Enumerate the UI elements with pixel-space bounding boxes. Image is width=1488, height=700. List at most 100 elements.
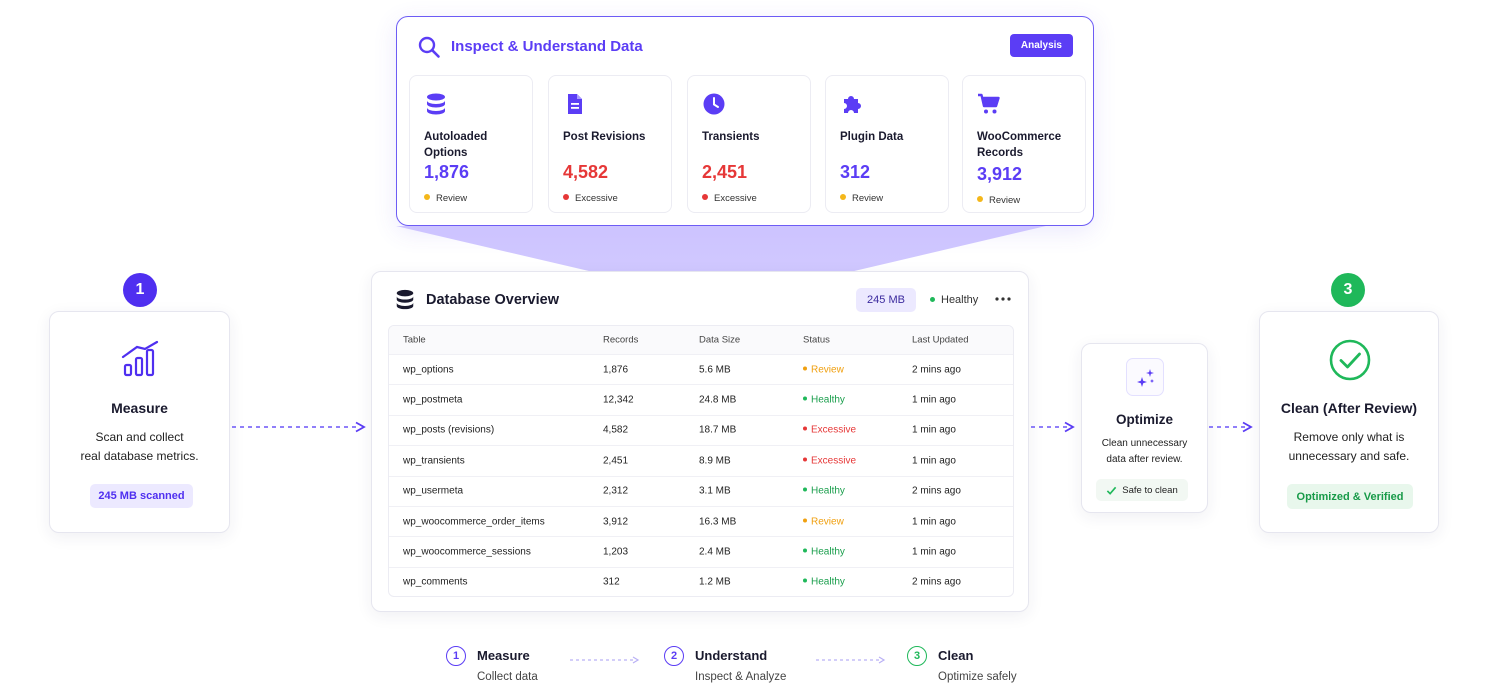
- status-dot: [977, 196, 983, 202]
- updated-cell: 1 min ago: [912, 394, 956, 406]
- table-header-row: Table Records Data Size Status Last Upda…: [389, 326, 1013, 354]
- table-row[interactable]: wp_woocommerce_order_items 3,912 16.3 MB Re…: [389, 505, 1013, 536]
- status-dot: [803, 457, 807, 462]
- metric-value: 3,912: [977, 164, 1023, 184]
- table-row[interactable]: wp_transients 2,451 8.9 MB Excessive 1 min a…: [389, 445, 1013, 475]
- search-icon: [418, 36, 440, 58]
- size-cell: 1.2 MB: [699, 576, 731, 588]
- records-cell: 12,342: [603, 394, 634, 406]
- measure-description: Scan and collect real database metrics.: [80, 430, 199, 463]
- records-cell: 312: [603, 576, 620, 588]
- clean-card: Clean (After Review) Remove only what is…: [1259, 311, 1439, 533]
- status-text: Review: [811, 516, 844, 528]
- database-title: Database Overview: [426, 292, 559, 308]
- status-dot: [702, 194, 708, 200]
- status-cell: Healthy: [803, 395, 845, 406]
- step-3-badge: 3: [1331, 273, 1365, 307]
- status-dot: [803, 518, 807, 523]
- records-cell: 1,876: [603, 364, 629, 376]
- size-cell: 8.9 MB: [699, 455, 731, 467]
- table-row[interactable]: wp_postmeta 12,342 24.8 MB Healthy 1 min ago: [389, 384, 1013, 414]
- cart-icon: [978, 93, 1000, 114]
- table-row[interactable]: wp_posts (revisions) 4,582 18.7 MB Excessiv…: [389, 414, 1013, 445]
- metric-value: 312: [840, 162, 871, 182]
- metric-value: 2,451: [702, 162, 748, 182]
- table-cell: wp_woocommerce_sessions: [403, 546, 531, 558]
- status-cell: Review: [803, 364, 844, 375]
- step-subtitle: Optimize safely: [938, 671, 1017, 683]
- step-title: Clean: [938, 648, 974, 663]
- table-row[interactable]: wp_comments 312 1.2 MB Healthy 2 mins ago: [389, 566, 1013, 596]
- status-cell: Healthy: [803, 486, 845, 497]
- size-cell: 18.7 MB: [699, 424, 737, 436]
- status-text: Review: [811, 364, 844, 376]
- metric-card-autoloaded-options[interactable]: Autoloaded Options 1,876 Review: [409, 75, 533, 213]
- bar-chart-icon: [121, 340, 159, 377]
- metric-value: 4,582: [563, 162, 609, 182]
- status-cell: Healthy: [803, 577, 845, 588]
- metric-status: Excessive: [563, 193, 618, 204]
- table-cell: wp_options: [403, 364, 454, 376]
- table-cell: wp_usermeta: [403, 485, 464, 497]
- metric-card-woocommerce-records[interactable]: WooCommerce Records 3,912 Review: [962, 75, 1086, 213]
- step-subtitle: Collect data: [477, 671, 538, 683]
- safe-to-clean-pill: Safe to clean: [1096, 479, 1188, 501]
- measure-card: Measure Scan and collect real database m…: [49, 311, 230, 533]
- step-subtitle: Inspect & Analyze: [695, 671, 787, 683]
- status-text: Excessive: [811, 455, 857, 467]
- sparkle-icon-box: [1126, 358, 1164, 396]
- check-circle-icon: [1329, 339, 1371, 381]
- bottom-arrow-2: [816, 656, 886, 664]
- optimize-description: Clean unnecessary data after review.: [1101, 438, 1188, 465]
- health-status: Healthy: [930, 294, 978, 306]
- inspect-title: Inspect & Understand Data: [451, 38, 643, 55]
- metric-card-plugin-data[interactable]: Plugin Data 312 Review: [825, 75, 949, 213]
- records-cell: 3,912: [603, 516, 629, 528]
- optimize-card: Optimize Clean unnecessary data after re…: [1081, 343, 1208, 513]
- database-icon: [396, 289, 414, 310]
- sparkle-icon: [1137, 369, 1154, 387]
- document-icon: [568, 94, 582, 114]
- updated-cell: 2 mins ago: [912, 485, 961, 497]
- metric-label: Plugin Data: [840, 131, 904, 143]
- updated-cell: 1 min ago: [912, 455, 956, 467]
- updated-cell: 2 mins ago: [912, 364, 961, 376]
- clean-title: Clean (After Review): [1280, 400, 1418, 416]
- records-cell: 4,582: [603, 424, 629, 436]
- status-text: Healthy: [811, 485, 845, 497]
- step-number: 1: [446, 646, 466, 666]
- metric-label: Transients: [702, 131, 760, 143]
- metric-status: Review: [977, 195, 1020, 206]
- size-cell: 24.8 MB: [699, 394, 737, 406]
- column-header: Records: [603, 334, 639, 346]
- more-options-icon[interactable]: [994, 290, 1012, 308]
- metric-card-transients[interactable]: Transients 2,451 Excessive: [687, 75, 811, 213]
- records-cell: 2,312: [603, 485, 629, 497]
- column-header: Status: [803, 334, 830, 346]
- column-header: Table: [403, 334, 426, 346]
- status-cell: Excessive: [803, 455, 856, 466]
- status-dot: [563, 194, 569, 200]
- step-number: 3: [907, 646, 927, 666]
- clock-icon: [703, 93, 725, 115]
- analysis-badge[interactable]: Analysis: [1009, 34, 1073, 57]
- table-row[interactable]: wp_woocommerce_sessions 1,203 2.4 MB Health…: [389, 536, 1013, 566]
- records-cell: 2,451: [603, 455, 629, 467]
- table-row[interactable]: wp_usermeta 2,312 3.1 MB Healthy 2 mins ago: [389, 475, 1013, 506]
- metric-card-post-revisions[interactable]: Post Revisions 4,582 Excessive: [548, 75, 672, 213]
- metric-status: Excessive: [702, 193, 757, 204]
- status-text: Healthy: [811, 576, 845, 588]
- updated-cell: 2 mins ago: [912, 576, 961, 588]
- status-dot: [803, 578, 807, 583]
- table-row[interactable]: wp_options 1,876 5.6 MB Review 2 mins ago: [389, 354, 1013, 384]
- status-dot: [803, 487, 807, 492]
- optimize-title: Optimize: [1115, 412, 1173, 427]
- table-cell: wp_comments: [403, 576, 468, 588]
- status-dot: [803, 366, 807, 371]
- updated-cell: 1 min ago: [912, 424, 956, 436]
- column-header: Last Updated: [912, 334, 969, 346]
- database-size-pill: 245 MB: [856, 288, 916, 312]
- status-text: Healthy: [811, 394, 845, 406]
- column-header: Data Size: [699, 334, 741, 346]
- table-cell: wp_woocommerce_order_items: [403, 516, 545, 528]
